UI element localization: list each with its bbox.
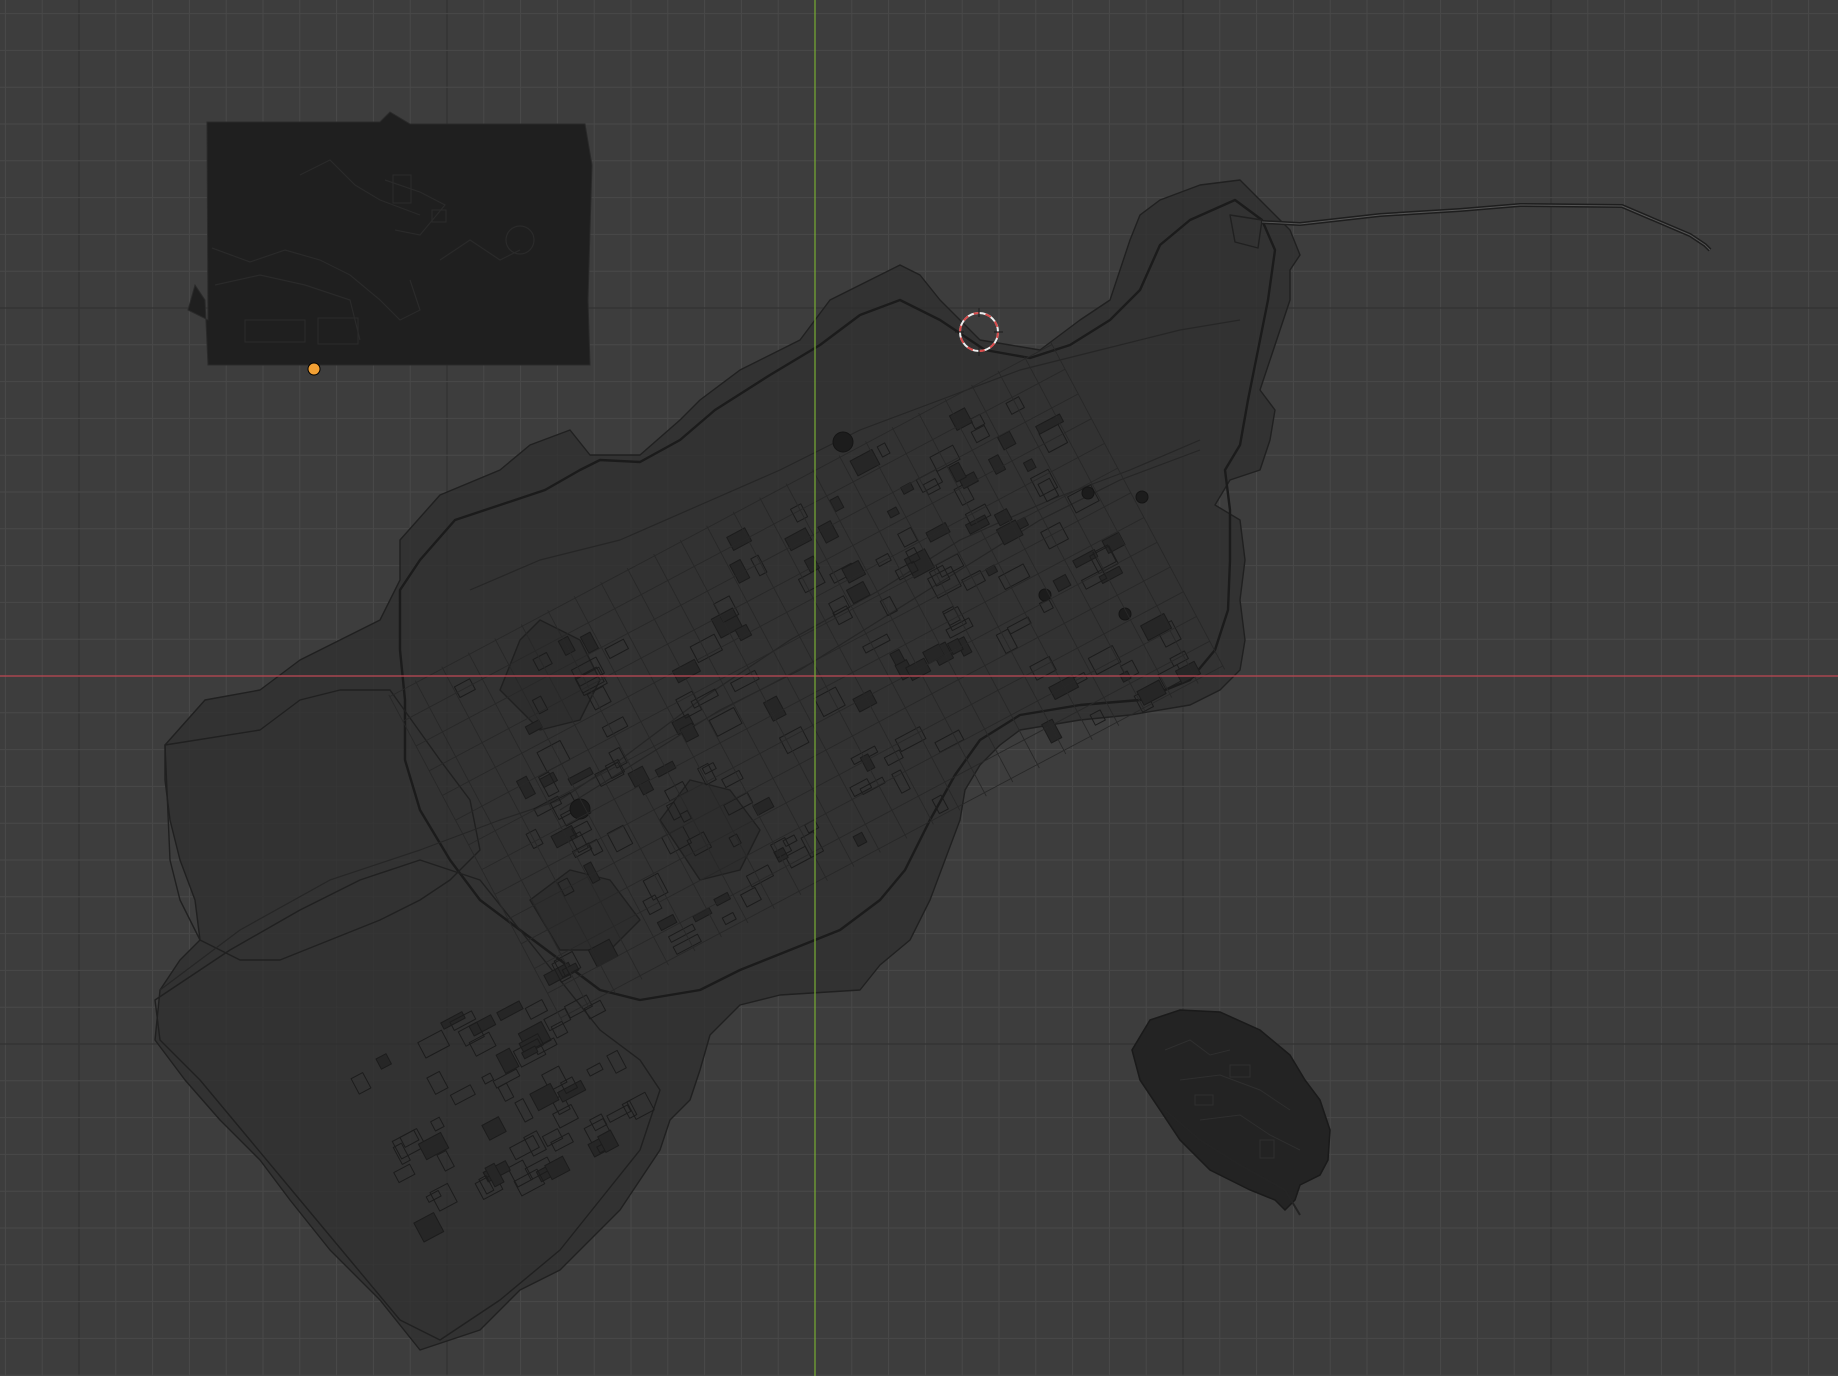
- object-origin-icon[interactable]: [307, 362, 321, 376]
- terrain-tile-surface: [187, 111, 593, 366]
- plaza-marker: [1081, 486, 1095, 500]
- plaza-marker: [569, 798, 591, 820]
- 3d-viewport[interactable]: [0, 0, 1838, 1376]
- plaza-marker: [832, 431, 854, 453]
- plaza-marker: [1135, 490, 1149, 504]
- terrain-tile-mesh[interactable]: [187, 111, 593, 366]
